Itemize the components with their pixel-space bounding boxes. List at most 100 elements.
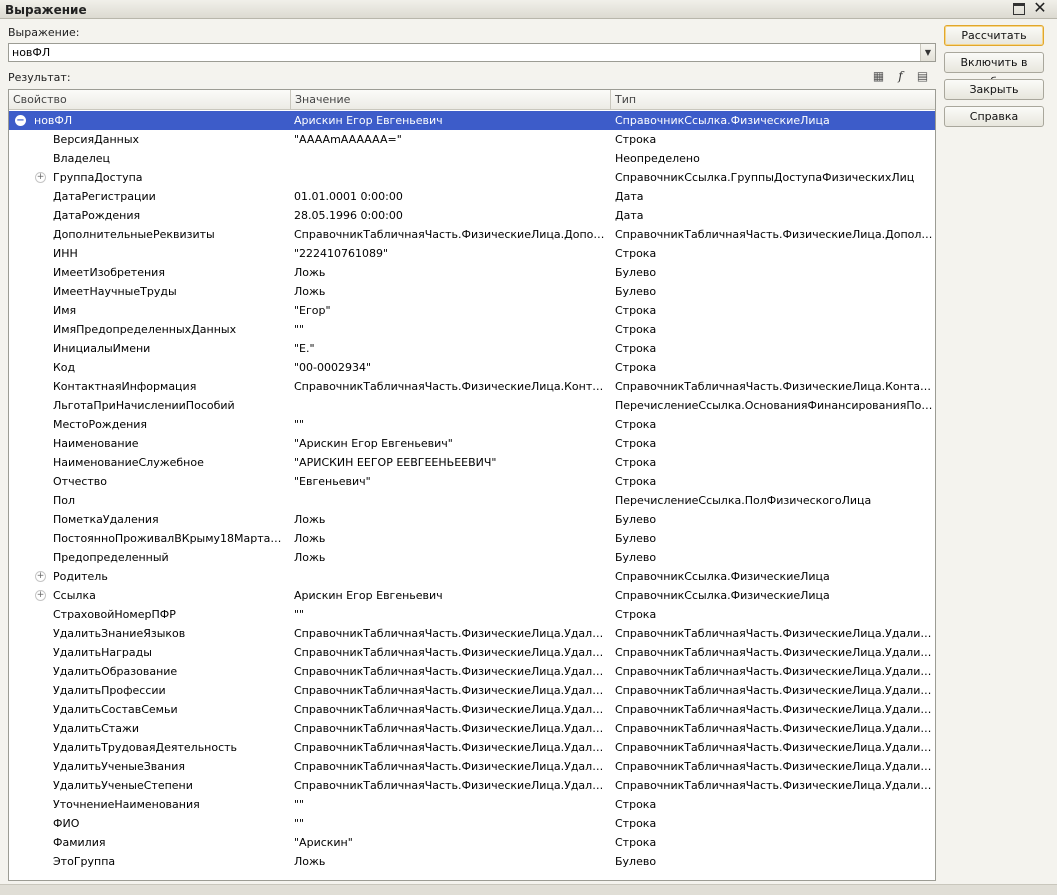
row-value: Арискин Егор Евгеньевич — [294, 589, 443, 602]
row-property: УдалитьПрофессии — [53, 684, 166, 697]
column-header-type[interactable]: Тип — [611, 90, 935, 110]
table-row[interactable]: ИмеетИзобретения Ложь Булево — [9, 263, 935, 282]
row-type: Строка — [615, 608, 657, 621]
table-row[interactable]: УдалитьСтажи СправочникТабличнаяЧасть.Физ… — [9, 719, 935, 738]
formula-icon[interactable]: f — [892, 68, 909, 85]
table-row[interactable]: ПометкаУдаления Ложь Булево — [9, 510, 935, 529]
table-row[interactable]: Наименование "Арискин Егор Евгеньевич" Стр… — [9, 434, 935, 453]
table-row[interactable]: + Ссылка Арискин Егор Евгеньевич Справочник… — [9, 586, 935, 605]
table-row[interactable]: ИмеетНаучныеТруды Ложь Булево — [9, 282, 935, 301]
table-row[interactable]: Имя "Егор" Строка — [9, 301, 935, 320]
row-value — [294, 567, 608, 586]
row-type: Неопределено — [615, 152, 700, 165]
tree-expand-icon[interactable]: + — [35, 571, 46, 582]
table-row[interactable]: ИНН "222410761089" Строка — [9, 244, 935, 263]
table-row[interactable]: УточнениеНаименования "" Строка — [9, 795, 935, 814]
table-row[interactable]: УдалитьНаграды СправочникТабличнаяЧасть.Ф… — [9, 643, 935, 662]
table-row[interactable]: ВерсияДанных "AAAAmAAAAAA=" Строка — [9, 130, 935, 149]
expression-input[interactable] — [8, 43, 936, 62]
row-property: Ссылка — [53, 589, 96, 602]
row-property: УточнениеНаименования — [53, 798, 200, 811]
row-type: Булево — [615, 532, 657, 545]
table-row[interactable]: Фамилия "Арискин" Строка — [9, 833, 935, 852]
row-property: Отчество — [53, 475, 108, 488]
row-property: Родитель — [53, 570, 108, 583]
close-button[interactable]: Закрыть — [944, 79, 1044, 100]
column-header-property[interactable]: Свойство — [9, 90, 291, 110]
table-row[interactable]: + ГруппаДоступа СправочникСсылка.ГруппыДос… — [9, 168, 935, 187]
close-icon[interactable]: ✕ — [1033, 0, 1047, 16]
table-row[interactable]: УдалитьОбразование СправочникТабличнаяЧас… — [9, 662, 935, 681]
expression-label: Выражение: — [8, 26, 80, 39]
table-row[interactable]: ИмяПредопределенныхДанных "" Строка — [9, 320, 935, 339]
row-type: Строка — [615, 836, 657, 849]
row-type: СправочникТабличнаяЧасть.ФизическиеЛица.… — [615, 760, 933, 773]
table-row[interactable]: Владелец Неопределено — [9, 149, 935, 168]
tree-expand-icon[interactable]: + — [35, 590, 46, 601]
row-value — [294, 168, 608, 187]
table-row[interactable]: МестоРождения "" Строка — [9, 415, 935, 434]
table-row[interactable]: ДополнительныеРеквизиты СправочникТабличн… — [9, 225, 935, 244]
row-value — [294, 396, 608, 415]
calculate-button[interactable]: Рассчитать — [944, 25, 1044, 46]
row-type: СправочникТабличнаяЧасть.ФизическиеЛица.… — [615, 646, 933, 659]
table-row[interactable]: ФИО "" Строка — [9, 814, 935, 833]
row-type: СправочникТабличнаяЧасть.ФизическиеЛица.… — [615, 703, 933, 716]
table-row[interactable]: ИнициалыИмени "Е." Строка — [9, 339, 935, 358]
table-row[interactable]: Код "00-0002934" Строка — [9, 358, 935, 377]
result-grid[interactable]: Свойство Значение Тип − новФЛ Арискин Егор… — [8, 89, 936, 881]
row-value: Ложь — [294, 513, 326, 526]
row-property: УдалитьНаграды — [53, 646, 152, 659]
row-property: ПометкаУдаления — [53, 513, 159, 526]
print-icon[interactable]: ▤ — [914, 68, 931, 85]
module-icon[interactable]: ▦ — [870, 68, 887, 85]
tree-expand-icon[interactable]: + — [35, 172, 46, 183]
tree-collapse-icon[interactable]: − — [15, 115, 26, 126]
dropdown-arrow-icon[interactable]: ▼ — [920, 44, 935, 61]
add-to-table-button[interactable]: Включить в табло — [944, 52, 1044, 88]
table-row[interactable]: УдалитьЗнаниеЯзыков СправочникТабличнаяЧа… — [9, 624, 935, 643]
row-property: Код — [53, 361, 76, 374]
row-value: "" — [294, 817, 305, 830]
table-row[interactable]: НаименованиеСлужебное "АРИСКИН ЕЕГОР ЕЕВГ… — [9, 453, 935, 472]
help-button[interactable]: Справка — [944, 106, 1044, 127]
table-row[interactable]: УдалитьПрофессии СправочникТабличнаяЧасть… — [9, 681, 935, 700]
row-property: УдалитьУченыеЗвания — [53, 760, 185, 773]
row-type: Дата — [615, 190, 644, 203]
row-type: СправочникСсылка.ФизическиеЛица — [615, 589, 830, 602]
row-property: Предопределенный — [53, 551, 169, 564]
row-type: ПеречислениеСсылка.ПолФизическогоЛица — [615, 494, 872, 507]
table-row[interactable]: Отчество "Евгеньевич" Строка — [9, 472, 935, 491]
row-value: СправочникТабличнаяЧасть.ФизическиеЛица.… — [294, 665, 608, 678]
row-value: СправочникТабличнаяЧасть.ФизическиеЛица.… — [294, 722, 608, 735]
table-row[interactable]: УдалитьСоставСемьи СправочникТабличнаяЧас… — [9, 700, 935, 719]
row-property: ИНН — [53, 247, 78, 260]
table-row[interactable]: ПостоянноПроживалВКрыму18Марта2014Г... Ло… — [9, 529, 935, 548]
table-row[interactable]: + Родитель СправочникСсылка.ФизическиеЛица — [9, 567, 935, 586]
row-property: ГруппаДоступа — [53, 171, 143, 184]
row-type: Булево — [615, 551, 657, 564]
table-row[interactable]: СтраховойНомерПФР "" Строка — [9, 605, 935, 624]
table-row[interactable]: УдалитьУченыеЗвания СправочникТабличнаяЧа… — [9, 757, 935, 776]
table-row[interactable]: КонтактнаяИнформация СправочникТабличнаяЧ… — [9, 377, 935, 396]
row-value: "222410761089" — [294, 247, 389, 260]
column-header-value[interactable]: Значение — [291, 90, 611, 110]
row-property: НаименованиеСлужебное — [53, 456, 204, 469]
table-row[interactable]: ЭтоГруппа Ложь Булево — [9, 852, 935, 871]
table-row[interactable]: ДатаРегистрации 01.01.0001 0:00:00 Дата — [9, 187, 935, 206]
table-row[interactable]: − новФЛ Арискин Егор Евгеньевич СправочникС… — [9, 111, 935, 130]
row-property: ИмеетНаучныеТруды — [53, 285, 177, 298]
row-value — [294, 491, 608, 510]
table-row[interactable]: ДатаРождения 28.05.1996 0:00:00 Дата — [9, 206, 935, 225]
table-row[interactable]: Пол ПеречислениеСсылка.ПолФизическогоЛица — [9, 491, 935, 510]
row-value: "00-0002934" — [294, 361, 372, 374]
maximize-icon[interactable] — [1013, 3, 1025, 15]
table-row[interactable]: УдалитьУченыеСтепени СправочникТабличнаяЧ… — [9, 776, 935, 795]
table-row[interactable]: ЛьготаПриНачисленииПособий ПеречислениеСс… — [9, 396, 935, 415]
row-value: СправочникТабличнаяЧасть.ФизическиеЛица.… — [294, 741, 608, 754]
row-property: УдалитьТрудоваяДеятельность — [53, 741, 238, 754]
row-property: Владелец — [53, 152, 110, 165]
row-property: МестоРождения — [53, 418, 148, 431]
table-row[interactable]: Предопределенный Ложь Булево — [9, 548, 935, 567]
table-row[interactable]: УдалитьТрудоваяДеятельность СправочникТаб… — [9, 738, 935, 757]
